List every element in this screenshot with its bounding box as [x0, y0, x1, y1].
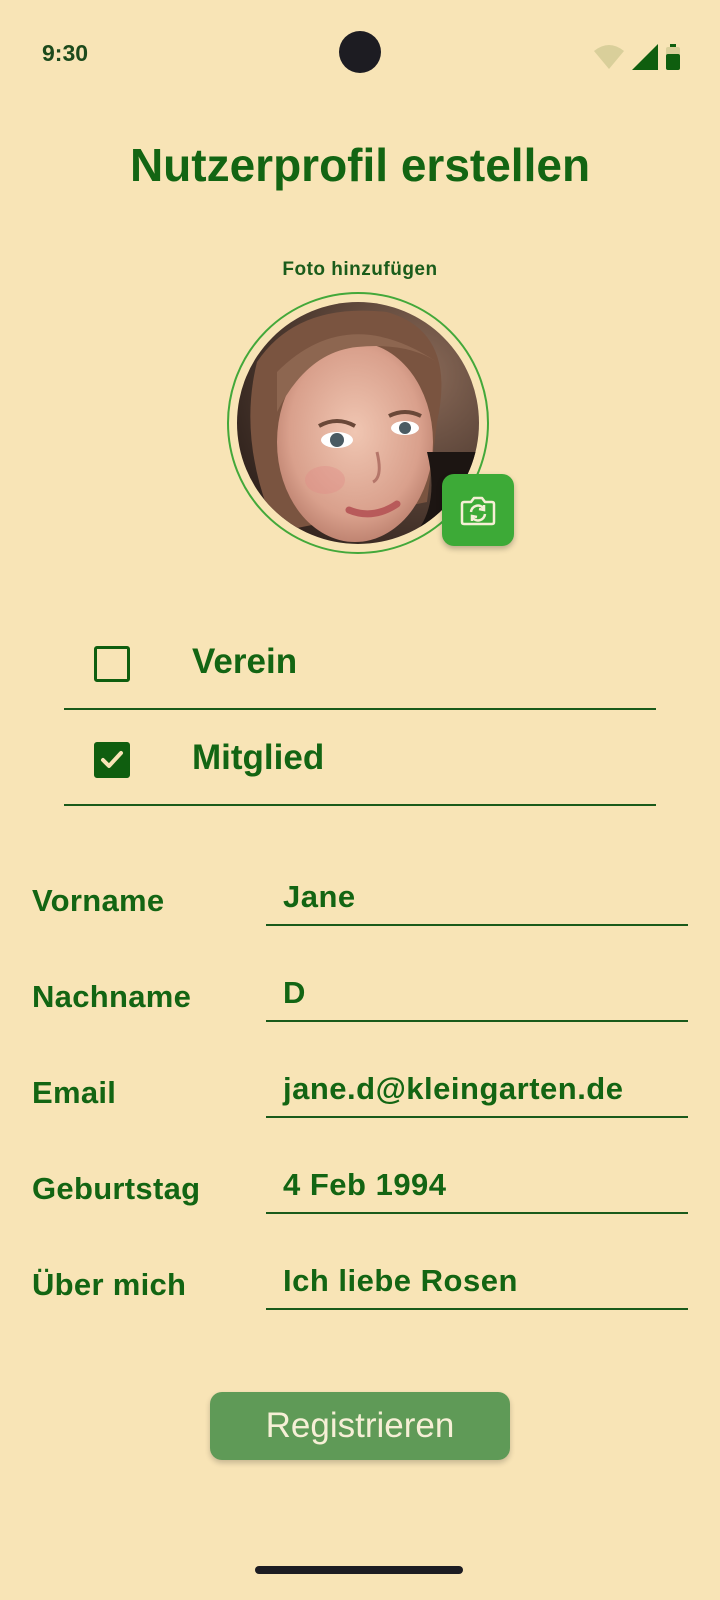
checkbox-row-mitglied[interactable]: Mitglied [64, 710, 656, 806]
email-label: Email [32, 1075, 117, 1110]
ueber-mich-value: Ich liebe Rosen [283, 1263, 518, 1298]
checkbox-verein[interactable] [94, 646, 130, 682]
email-value: jane.d@kleingarten.de [283, 1071, 624, 1106]
checkbox-row-verein[interactable]: Verein [64, 614, 656, 710]
camera-switch-icon [460, 496, 496, 526]
change-photo-button[interactable] [442, 474, 514, 546]
checkbox-mitglied[interactable] [94, 742, 130, 778]
form-row-ueber-mich: Über mich Ich liebe Rosen [0, 1239, 720, 1335]
geburtstag-value: 4 Feb 1994 [283, 1167, 447, 1202]
ueber-mich-label: Über mich [32, 1267, 187, 1302]
signal-icon [632, 44, 658, 70]
checkbox-label-verein: Verein [192, 642, 298, 681]
wifi-icon [594, 45, 624, 69]
vorname-input[interactable]: Jane [266, 855, 688, 926]
geburtstag-label: Geburtstag [32, 1171, 201, 1206]
form-row-email: Email jane.d@kleingarten.de [0, 1047, 720, 1143]
form-row-nachname: Nachname D [0, 951, 720, 1047]
battery-icon [666, 44, 680, 70]
ueber-mich-input[interactable]: Ich liebe Rosen [266, 1239, 688, 1310]
page-title: Nutzerprofil erstellen [129, 139, 591, 191]
nachname-value: D [283, 975, 306, 1010]
status-icons [594, 44, 680, 70]
form-row-geburtstag: Geburtstag 4 Feb 1994 [0, 1143, 720, 1239]
nachname-label: Nachname [32, 979, 192, 1014]
geburtstag-input[interactable]: 4 Feb 1994 [266, 1143, 688, 1214]
vorname-label: Vorname [32, 883, 165, 918]
vorname-value: Jane [283, 879, 356, 914]
create-profile-screen: 9:30 Nutzerprofil erstellen Foto hinzufü… [0, 0, 720, 1600]
register-button[interactable]: Registrieren [210, 1392, 510, 1460]
checkbox-label-mitglied: Mitglied [192, 738, 325, 777]
add-photo-label: Foto hinzufügen [282, 259, 438, 280]
front-camera [339, 31, 381, 73]
home-indicator[interactable] [255, 1566, 463, 1574]
checkmark-icon [101, 751, 123, 768]
email-input[interactable]: jane.d@kleingarten.de [266, 1047, 688, 1118]
form-row-vorname: Vorname Jane [0, 855, 720, 951]
status-time: 9:30 [42, 40, 89, 66]
nachname-input[interactable]: D [266, 951, 688, 1022]
